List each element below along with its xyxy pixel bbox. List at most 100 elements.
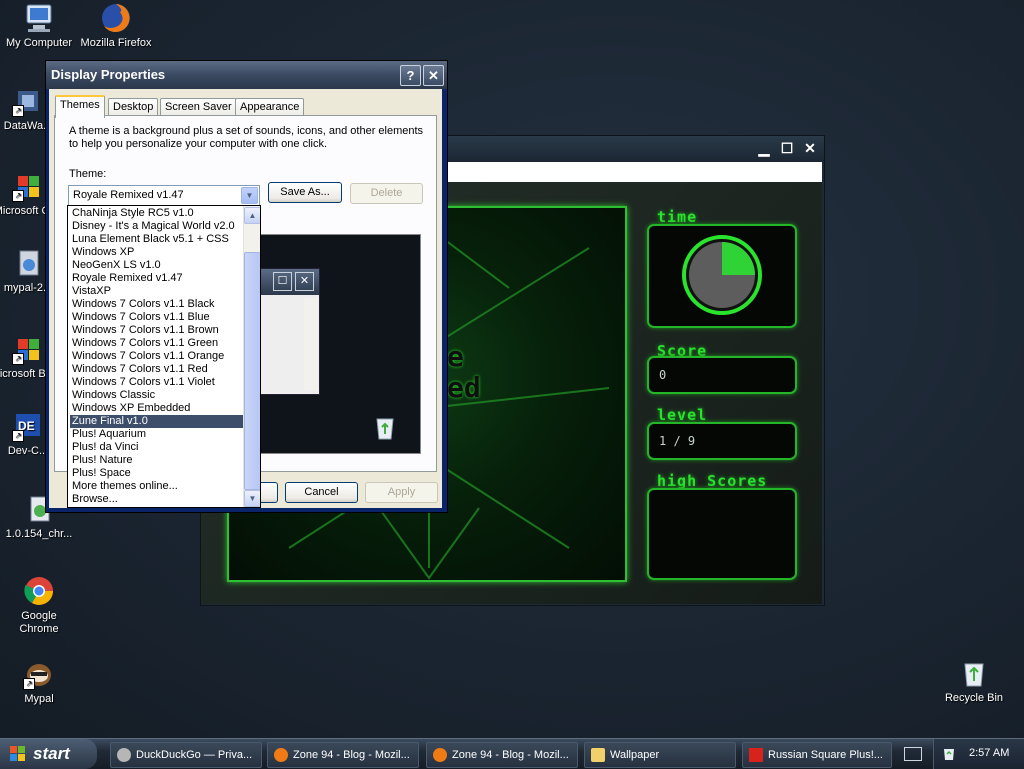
desktop-icon-mypal[interactable]: ↗ Mypal (1, 658, 77, 706)
board-text-line-2: ed (447, 371, 481, 404)
highscores-panel (647, 488, 797, 580)
taskbar-item-label: Wallpaper (610, 749, 660, 761)
chrome-icon (23, 575, 55, 607)
dropdown-option[interactable]: Plus! Space (70, 467, 244, 480)
shortcut-arrow-icon: ↗ (12, 353, 24, 365)
desktop: My Computer Mozilla Firefox ↗ DataWa... … (0, 0, 1024, 738)
cancel-button[interactable]: Cancel (285, 482, 358, 503)
desktop-icon-google-chrome[interactable]: Google Chrome (1, 575, 77, 636)
dropdown-option[interactable]: Windows 7 Colors v1.1 Black (70, 298, 244, 311)
theme-dropdown-list[interactable]: ChaNinja Style RC5 v1.0 Disney - It's a M… (67, 205, 261, 508)
dropdown-option[interactable]: Windows XP Embedded (70, 402, 244, 415)
dropdown-option[interactable]: Royale Remixed v1.47 (70, 272, 244, 285)
mypal-icon: ↗ (23, 658, 55, 690)
close-icon: ✕ (295, 272, 314, 291)
score-value: 0 (659, 368, 667, 382)
shortcut-arrow-icon: ↗ (12, 190, 24, 202)
level-panel: 1 / 9 (647, 422, 797, 460)
folder-icon (591, 748, 605, 762)
recycle-bin-icon (372, 415, 398, 441)
dropdown-scrollbar[interactable]: ▲ ▼ (243, 206, 260, 507)
desktop-icon-label: Mozilla Firefox (80, 37, 152, 49)
system-tray: 2:57 AM (933, 739, 1024, 769)
firefox-icon (274, 748, 288, 762)
apply-button[interactable]: Apply (365, 482, 438, 503)
dropdown-option[interactable]: Disney - It's a Magical World v2.0 (70, 220, 244, 233)
theme-select[interactable]: Royale Remixed v1.47 ▼ (68, 185, 260, 206)
help-button[interactable]: ? (400, 65, 421, 86)
visual-cpp-icon: ↗ (12, 170, 44, 202)
dropdown-option[interactable]: Windows 7 Colors v1.1 Blue (70, 311, 244, 324)
dropdown-option[interactable]: Windows 7 Colors v1.1 Violet (70, 376, 244, 389)
dropdown-option[interactable]: Windows Classic (70, 389, 244, 402)
scroll-down-icon[interactable]: ▼ (244, 490, 260, 507)
taskbar-item[interactable]: Zone 94 - Blog - Mozil... (267, 742, 419, 768)
application-icon: ↗ (12, 85, 44, 117)
level-value: 1 / 9 (659, 434, 696, 448)
shortcut-arrow-icon: ↗ (23, 678, 35, 690)
close-button[interactable]: ✕ (423, 65, 444, 86)
scroll-thumb[interactable] (244, 252, 260, 490)
score-panel: 0 (647, 356, 797, 394)
game-app-icon (749, 748, 763, 762)
desktop-icon-my-computer[interactable]: My Computer (1, 2, 77, 50)
dropdown-option[interactable]: Plus! Nature (70, 454, 244, 467)
dropdown-option[interactable]: Plus! da Vinci (70, 441, 244, 454)
tab-appearance[interactable]: Appearance (235, 98, 305, 116)
chevron-down-icon[interactable]: ▼ (241, 187, 258, 204)
maximize-icon: ☐ (273, 272, 292, 291)
clock[interactable]: 2:57 AM (969, 747, 1009, 759)
recycle-bin-icon (958, 657, 990, 689)
maximize-button[interactable]: ☐ (777, 140, 797, 158)
tab-desktop[interactable]: Desktop (108, 98, 159, 116)
visual-basic-icon: ↗ (12, 333, 44, 365)
taskbar-item[interactable]: DuckDuckGo — Priva... (110, 742, 262, 768)
taskbar-item[interactable]: Wallpaper (584, 742, 736, 768)
dropdown-option[interactable]: Luna Element Black v5.1 + CSS (70, 233, 244, 246)
dropdown-option[interactable]: Windows 7 Colors v1.1 Orange (70, 350, 244, 363)
start-button[interactable]: start (0, 739, 97, 769)
theme-select-value: Royale Remixed v1.47 (73, 189, 184, 201)
timer-dial-icon (682, 235, 762, 315)
dropdown-option[interactable]: Windows 7 Colors v1.1 Red (70, 363, 244, 376)
shortcut-arrow-icon: ↗ (12, 430, 24, 442)
dropdown-option[interactable]: More themes online... (70, 480, 244, 493)
dialog-titlebar[interactable]: Display Properties ? ✕ (46, 61, 447, 89)
desktop-icon-label: 1.0.154_chr... (5, 528, 73, 540)
dialog-title: Display Properties (51, 67, 166, 82)
preview-scrollbar (304, 298, 318, 390)
taskbar-item-label: Zone 94 - Blog - Mozil... (452, 749, 569, 761)
desktop-icon-label: My Computer (5, 37, 73, 49)
dropdown-option[interactable]: NeoGenX LS v1.0 (70, 259, 244, 272)
keyboard-icon[interactable] (904, 747, 922, 761)
desktop-icon-firefox[interactable]: Mozilla Firefox (78, 2, 154, 50)
dropdown-option[interactable]: VistaXP (70, 285, 244, 298)
tab-screen-saver[interactable]: Screen Saver (160, 98, 237, 116)
shortcut-arrow-icon: ↗ (12, 105, 24, 117)
minimize-button[interactable]: ▁ (754, 140, 774, 158)
taskbar-item[interactable]: Russian Square Plus!... (742, 742, 892, 768)
dropdown-option[interactable]: Zune Final v1.0 (70, 415, 244, 428)
scroll-up-icon[interactable]: ▲ (244, 207, 260, 224)
taskbar-item-label: DuckDuckGo — Priva... (136, 749, 253, 761)
windows-logo-icon (10, 746, 25, 761)
duckduckgo-icon (117, 748, 131, 762)
desktop-icon-recycle-bin[interactable]: Recycle Bin (936, 657, 1012, 705)
taskbar-item-label: Zone 94 - Blog - Mozil... (293, 749, 410, 761)
dropdown-option[interactable]: ChaNinja Style RC5 v1.0 (70, 207, 244, 220)
delete-button[interactable]: Delete (350, 183, 423, 204)
theme-label: Theme: (69, 168, 107, 180)
tab-themes[interactable]: Themes (55, 95, 105, 118)
dev-cpp-icon: DE ↗ (12, 410, 44, 442)
dropdown-option[interactable]: Windows 7 Colors v1.1 Brown (70, 324, 244, 337)
desktop-icon-label: Google Chrome (19, 610, 59, 635)
dropdown-option[interactable]: Plus! Aquarium (70, 428, 244, 441)
dropdown-option[interactable]: Browse... (70, 493, 244, 506)
taskbar-item[interactable]: Zone 94 - Blog - Mozil... (426, 742, 578, 768)
board-text-line-1: e (447, 340, 464, 373)
close-button[interactable]: ✕ (800, 140, 820, 158)
dropdown-option[interactable]: Windows 7 Colors v1.1 Green (70, 337, 244, 350)
save-as-button[interactable]: Save As... (268, 182, 342, 203)
dropdown-option[interactable]: Windows XP (70, 246, 244, 259)
recycle-tray-icon[interactable] (942, 747, 956, 761)
